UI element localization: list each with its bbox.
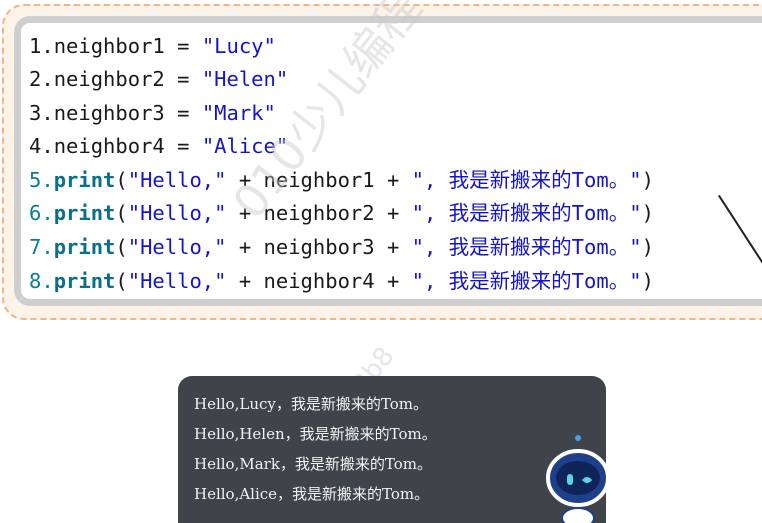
line-number: 7. (29, 235, 54, 259)
code-line-3: 3.neighbor3 = "Mark" (29, 100, 276, 126)
code-line-5: 5.print("Hello," + neighbor1 + ", 我是新搬来的… (29, 167, 654, 193)
operator: + (374, 269, 412, 293)
operator: = (164, 67, 202, 91)
code-line-1: 1.neighbor1 = "Lucy" (29, 33, 276, 59)
variable-name: neighbor2 (263, 201, 375, 225)
variable-name: neighbor4 (263, 269, 375, 293)
line-number: 2. (29, 67, 54, 91)
operator: + (226, 201, 264, 225)
string-literal: "Lucy" (201, 34, 276, 58)
print-keyword: print (53, 269, 116, 293)
paren-open: ( (115, 269, 128, 293)
operator: + (226, 235, 264, 259)
console-line: Hello,Mark，我是新搬来的Tom。 (194, 455, 433, 473)
operator: + (374, 168, 412, 192)
paren-close: ) (641, 235, 654, 259)
variable-name: neighbor2 (53, 67, 165, 91)
operator: + (374, 201, 412, 225)
code-line-8: 8.print("Hello," + neighbor4 + ", 我是新搬来的… (29, 268, 654, 294)
paren-close: ) (641, 168, 654, 192)
variable-name: neighbor1 (263, 168, 375, 192)
code-panel (14, 16, 762, 306)
variable-name: neighbor1 (53, 34, 165, 58)
print-keyword: print (53, 168, 116, 192)
operator: + (226, 168, 264, 192)
string-literal: "Helen" (201, 67, 289, 91)
paren-open: ( (115, 235, 128, 259)
line-number: 6. (29, 201, 54, 225)
string-literal: ", 我是新搬来的Tom。" (411, 269, 642, 293)
operator: + (374, 235, 412, 259)
line-number: 1. (29, 34, 54, 58)
line-number: 8. (29, 269, 54, 293)
string-literal: "Hello," (127, 269, 227, 293)
print-keyword: print (53, 235, 116, 259)
code-line-4: 4.neighbor4 = "Alice" (29, 133, 288, 159)
paren-open: ( (115, 168, 128, 192)
string-literal: ", 我是新搬来的Tom。" (411, 235, 642, 259)
console-line: Hello,Helen，我是新搬来的Tom。 (194, 425, 437, 443)
string-literal: "Hello," (127, 235, 227, 259)
line-number: 4. (29, 134, 54, 158)
variable-name: neighbor3 (263, 235, 375, 259)
operator: = (164, 101, 202, 125)
string-literal: "Hello," (127, 168, 227, 192)
robot-mascot-icon (546, 435, 610, 523)
code-line-6: 6.print("Hello," + neighbor2 + ", 我是新搬来的… (29, 200, 654, 226)
line-number: 3. (29, 101, 54, 125)
console-line: Hello,Alice，我是新搬来的Tom。 (194, 485, 430, 503)
paren-open: ( (115, 201, 128, 225)
paren-close: ) (641, 201, 654, 225)
console-line: Hello,Lucy，我是新搬来的Tom。 (194, 395, 428, 413)
string-literal: "Alice" (201, 134, 289, 158)
operator: = (164, 34, 202, 58)
string-literal: ", 我是新搬来的Tom。" (411, 168, 642, 192)
code-line-2: 2.neighbor2 = "Helen" (29, 66, 288, 92)
operator: + (226, 269, 264, 293)
code-line-7: 7.print("Hello," + neighbor3 + ", 我是新搬来的… (29, 234, 654, 260)
paren-close: ) (641, 269, 654, 293)
string-literal: ", 我是新搬来的Tom。" (411, 201, 642, 225)
variable-name: neighbor3 (53, 101, 165, 125)
operator: = (164, 134, 202, 158)
variable-name: neighbor4 (53, 134, 165, 158)
print-keyword: print (53, 201, 116, 225)
line-number: 5. (29, 168, 54, 192)
string-literal: "Hello," (127, 201, 227, 225)
string-literal: "Mark" (201, 101, 276, 125)
